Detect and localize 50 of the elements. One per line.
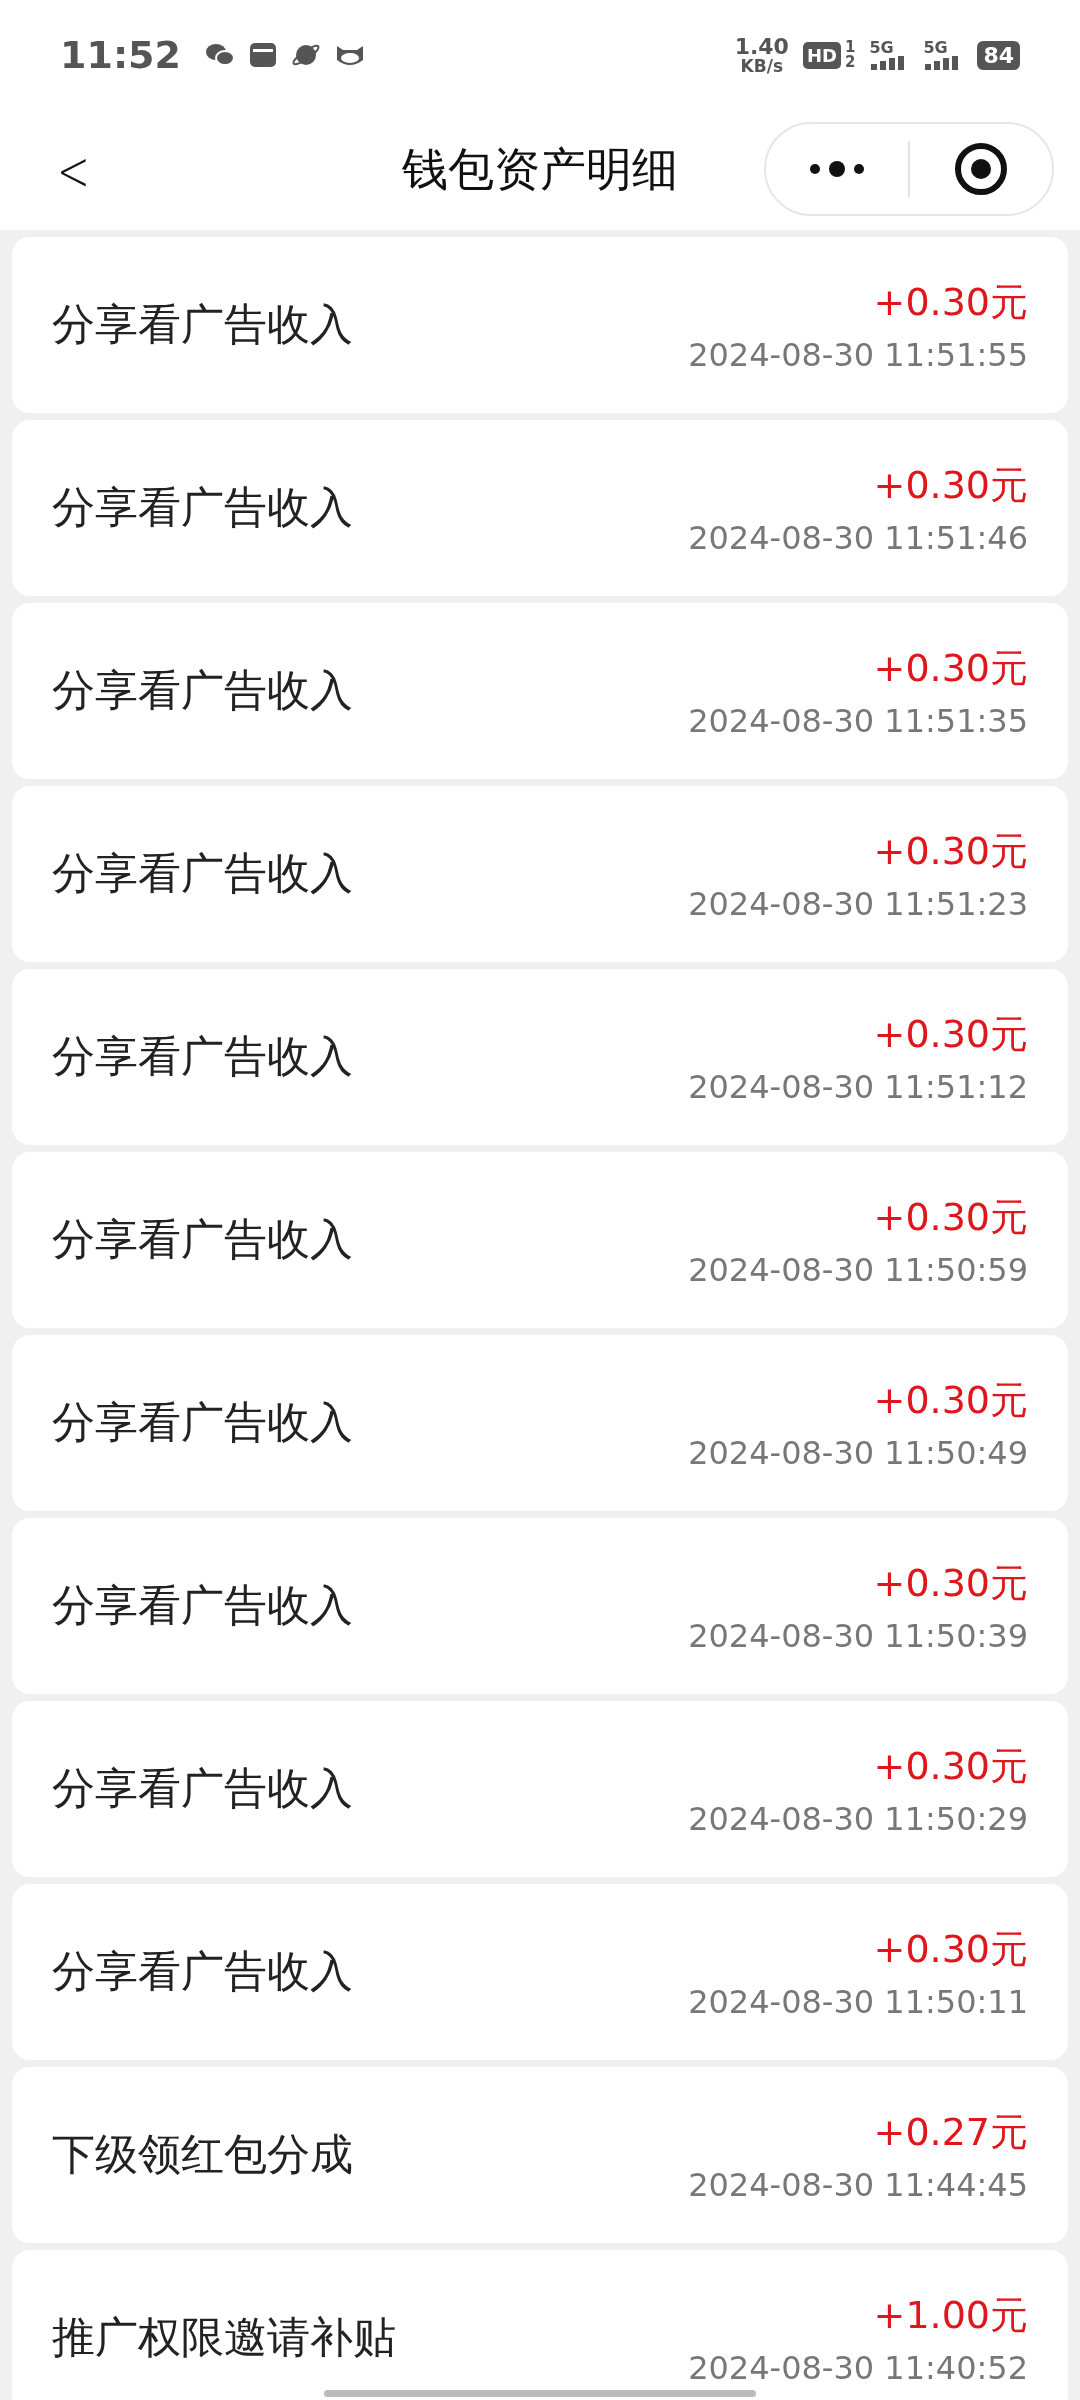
sim-number: 2 [844,55,856,70]
record-amount: +0.30元 [873,278,1028,326]
sim-number: 1 [844,40,856,55]
record-time: 2024-08-30 11:50:59 [688,1250,1028,1289]
page-title: 钱包资产明细 [402,141,678,198]
record-title: 分享看广告收入 [52,1396,353,1449]
record-amount: +0.30元 [873,1559,1028,1607]
record-time: 2024-08-30 11:50:11 [688,1982,1028,2021]
record-title: 分享看广告收入 [52,1213,353,1266]
record-title: 分享看广告收入 [52,1579,353,1632]
record-time: 2024-08-30 11:51:23 [688,884,1028,923]
record-time: 2024-08-30 11:51:35 [688,701,1028,740]
record-time: 2024-08-30 11:44:45 [688,2165,1028,2204]
record-title: 分享看广告收入 [52,481,353,534]
card-icon [248,41,277,69]
record-amount: +0.30元 [873,461,1028,509]
record-title: 分享看广告收入 [52,1945,353,1998]
record-time: 2024-08-30 11:50:49 [688,1433,1028,1472]
record-amount: +0.30元 [873,1376,1028,1424]
record-amount: +1.00元 [873,2291,1028,2339]
record-amount: +0.30元 [873,1742,1028,1790]
record-title: 下级领红包分成 [52,2128,353,2181]
record-title: 分享看广告收入 [52,1762,353,1815]
back-button[interactable]: < [50,137,97,203]
record-time: 2024-08-30 11:50:29 [688,1799,1028,1838]
record-amount: +0.30元 [873,1010,1028,1058]
record-time: 2024-08-30 11:50:39 [688,1616,1028,1655]
network-type: 5G [869,40,894,56]
record-title: 推广权限邀请补贴 [52,2311,396,2364]
record-amount: +0.30元 [873,1925,1028,1973]
network-speed: 1.40 [734,35,789,58]
record-title: 分享看广告收入 [52,298,353,351]
record-title: 分享看广告收入 [52,664,353,717]
record-time: 2024-08-30 11:51:46 [688,518,1028,557]
record-time: 2024-08-30 11:51:55 [688,335,1028,374]
target-icon [954,142,1008,196]
hd-badge: HD [802,41,841,69]
record-time: 2024-08-30 11:40:52 [688,2348,1028,2387]
record-amount: +0.30元 [873,827,1028,875]
network-type: 5G [923,40,948,56]
record-title: 分享看广告收入 [52,847,353,900]
speed-unit: KB/s [740,57,783,75]
record-time: 2024-08-30 11:51:12 [688,1067,1028,1106]
record-amount: +0.30元 [873,644,1028,692]
record-amount: +0.27元 [873,2108,1028,2156]
record-title: 分享看广告收入 [52,1030,353,1083]
battery-level: 84 [977,40,1020,70]
status-time: 11:52 [60,33,181,77]
more-icon [807,161,867,177]
record-amount: +0.30元 [873,1193,1028,1241]
